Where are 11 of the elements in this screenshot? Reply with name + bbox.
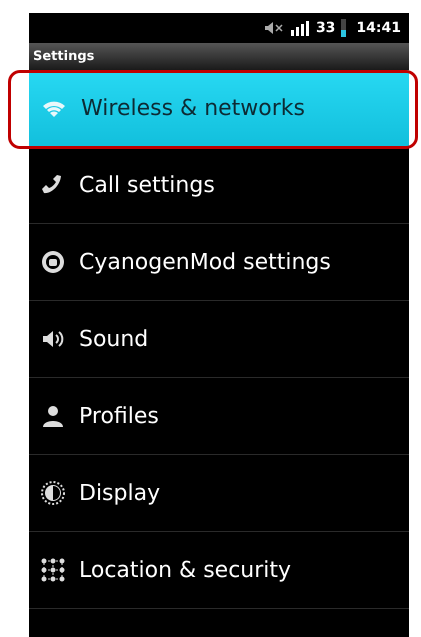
- muted-speaker-icon: [264, 21, 284, 35]
- signal-icon: [290, 20, 310, 36]
- clock-time: 14:41: [356, 20, 401, 36]
- speaker-icon: [41, 329, 65, 349]
- battery-icon: [341, 19, 346, 37]
- dot-grid-icon: [41, 558, 65, 582]
- person-icon: [41, 404, 65, 428]
- settings-item[interactable]: Wireless & networks: [29, 70, 409, 147]
- brightness-icon: [41, 481, 65, 505]
- screen-title: Settings: [33, 49, 94, 64]
- battery-percent: 33: [316, 20, 336, 36]
